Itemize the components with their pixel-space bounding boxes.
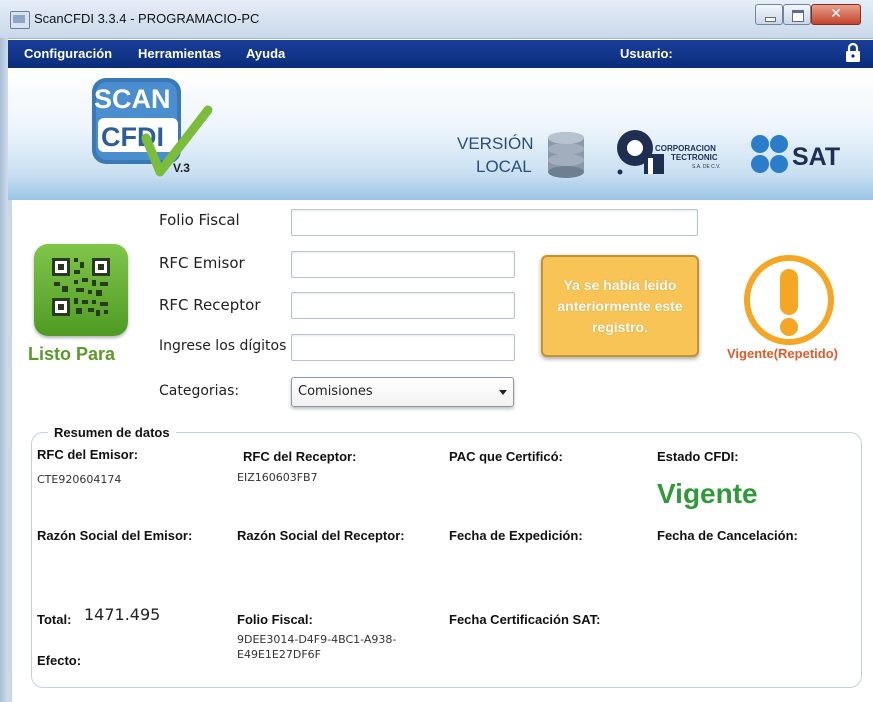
- summary-title: Resumen de datos: [48, 425, 176, 440]
- window-border: [0, 38, 8, 702]
- rfc-emisor-heading: RFC del Emisor:: [37, 447, 139, 462]
- category-selected-value: Comisiones: [298, 384, 373, 399]
- rfc-receptor-value: EIZ160603FB7: [237, 471, 318, 484]
- rfc-emisor-value: CTE920604174: [37, 473, 122, 486]
- minimize-button[interactable]: [755, 4, 783, 25]
- total-value: 1471.495: [84, 605, 161, 624]
- user-label: Usuario:: [620, 46, 673, 61]
- efecto-heading: Efecto:: [37, 653, 82, 668]
- menu-item-ayuda[interactable]: Ayuda: [246, 46, 285, 61]
- version-text: VERSIÓN: [457, 134, 534, 153]
- fecha-expedicion-heading: Fecha de Expedición:: [449, 528, 583, 543]
- qr-scan-button[interactable]: [34, 244, 128, 336]
- category-label: Categorias:: [159, 383, 240, 399]
- close-button[interactable]: ✕: [811, 4, 861, 25]
- rfc-emisor-input[interactable]: [291, 251, 515, 278]
- digits-label: Ingrese los dígitos: [159, 338, 287, 354]
- corp-line1-text: CORPORACION: [655, 144, 716, 153]
- rfc-emisor-label: RFC Emisor: [159, 254, 245, 272]
- folio-fiscal-value-line1: 9DEE3014-D4F9-4BC1-A938-: [237, 633, 397, 646]
- folio-fiscal-label: Folio Fiscal: [159, 211, 240, 229]
- pac-heading: PAC que Certificó:: [449, 449, 563, 464]
- fecha-certificacion-heading: Fecha Certificación SAT:: [449, 612, 601, 627]
- chevron-down-icon: [499, 390, 507, 395]
- tectronic-logo: CORPORACION TECTRONIC S.A. DE C.V.: [617, 130, 720, 175]
- version-local-badge: VERSIÓN LOCAL: [457, 132, 584, 178]
- duplicate-message-text: Ya se había leido anteriormente este reg…: [557, 277, 683, 335]
- database-icon: [548, 132, 584, 178]
- rfc-receptor-input[interactable]: [291, 292, 515, 319]
- local-text: LOCAL: [476, 157, 532, 176]
- maximize-button[interactable]: [783, 4, 811, 25]
- window-border-inner: [8, 200, 12, 702]
- scan-cfdi-logo: SCAN CFDI V.3: [92, 78, 213, 177]
- cfdi-status-label: Vigente(Repetido): [727, 346, 838, 361]
- folio-fiscal-value-line2: E49E1E27DF6F: [237, 648, 321, 661]
- qr-code-icon: [52, 258, 110, 316]
- razon-social-receptor-heading: Razón Social del Receptor:: [237, 528, 405, 543]
- logo-scan-text: SCAN: [94, 84, 171, 114]
- logo-version-text: V.3: [173, 161, 190, 175]
- total-heading: Total:: [37, 612, 72, 627]
- folio-fiscal-input[interactable]: [291, 209, 698, 236]
- estado-cfdi-heading: Estado CFDI:: [657, 449, 739, 464]
- window-title: ScanCFDI 3.3.4 - PROGRAMACIO-PC: [34, 11, 260, 26]
- sat-text: SAT: [792, 143, 840, 171]
- menu-item-configuracion[interactable]: Configuración: [24, 46, 112, 61]
- estado-cfdi-value: Vigente: [657, 478, 758, 509]
- corp-line3-text: S.A. DE C.V.: [692, 164, 720, 170]
- folio-fiscal-heading: Folio Fiscal:: [237, 612, 313, 627]
- sat-logo: SAT: [751, 135, 840, 173]
- menu-item-herramientas[interactable]: Herramientas: [138, 46, 221, 61]
- rfc-receptor-heading: RFC del Receptor:: [243, 449, 357, 464]
- header-banner: SCAN CFDI V.3 VERSIÓN LOCAL CORPORACION …: [8, 68, 873, 200]
- scanner-status-label: Listo Para: [28, 344, 116, 364]
- lock-icon[interactable]: [845, 42, 861, 63]
- duplicate-message-box: Ya se había leido anteriormente este reg…: [541, 255, 699, 357]
- digits-input[interactable]: [291, 334, 515, 361]
- summary-panel: [31, 432, 862, 688]
- app-icon: [10, 11, 30, 29]
- banner-graphics: SCAN CFDI V.3 VERSIÓN LOCAL CORPORACION …: [92, 78, 840, 178]
- category-select[interactable]: Comisiones: [291, 377, 514, 407]
- menu-bar: Configuración Herramientas Ayuda Usuario…: [8, 40, 873, 68]
- razon-social-emisor-heading: Razón Social del Emisor:: [37, 528, 193, 543]
- fecha-cancelacion-heading: Fecha de Cancelación:: [657, 528, 798, 543]
- corp-line2-text: TECTRONIC: [671, 153, 718, 162]
- rfc-receptor-label: RFC Receptor: [159, 296, 261, 314]
- warning-icon: [744, 255, 834, 345]
